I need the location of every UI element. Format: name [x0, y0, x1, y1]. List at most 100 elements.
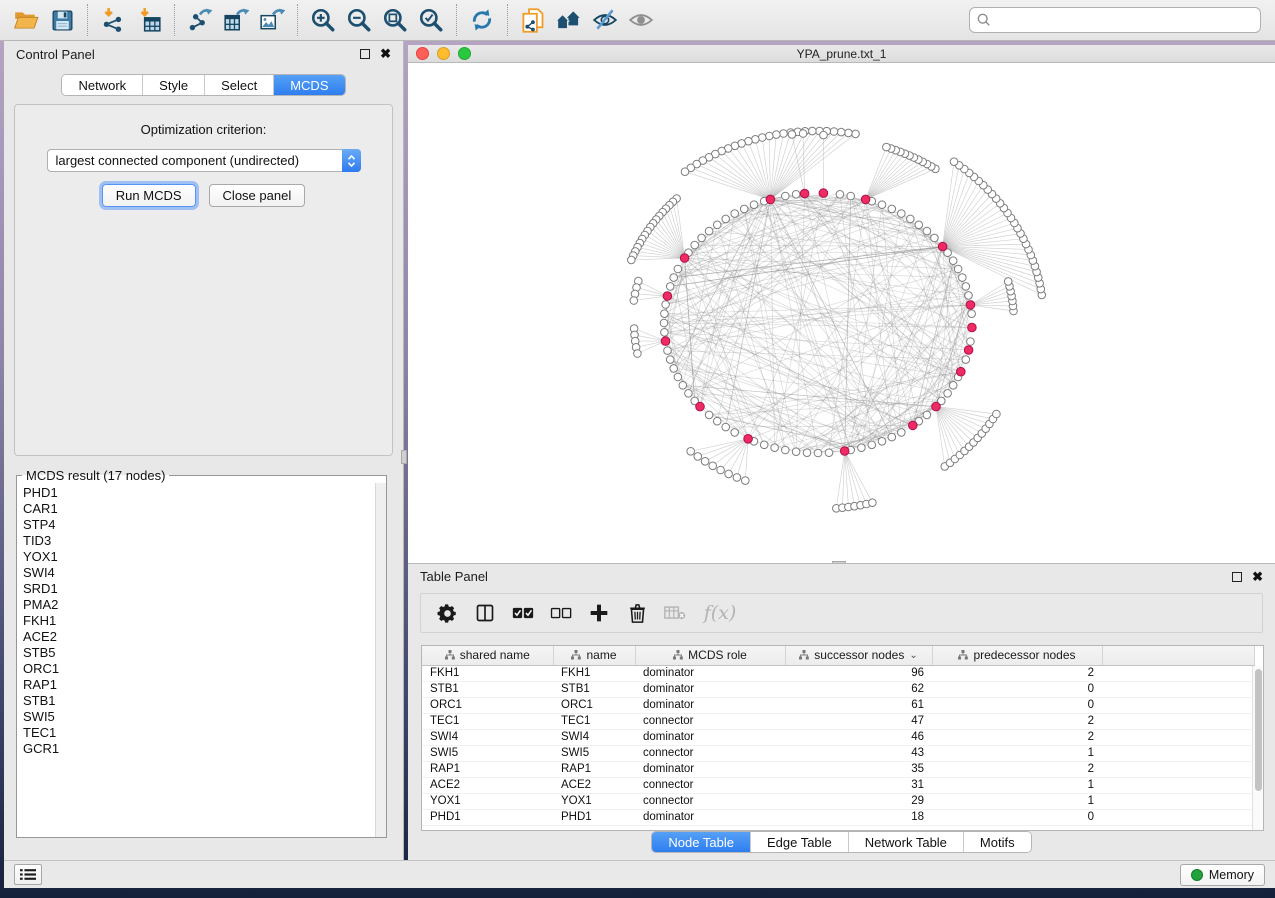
table-row[interactable]: SWI4SWI4dominator462: [422, 729, 1254, 745]
export-network-icon: [187, 7, 213, 33]
zoom-fit-button[interactable]: [377, 3, 413, 37]
table-column-header[interactable]: predecessor nodes: [932, 646, 1102, 665]
control-panel-header: Control Panel ✖: [4, 41, 403, 67]
network-window-titlebar[interactable]: YPA_prune.txt_1: [408, 45, 1275, 63]
mcds-result-item[interactable]: SWI4: [23, 565, 374, 581]
attribute-type-icon: [958, 650, 968, 660]
task-history-button[interactable]: [14, 864, 42, 885]
table-body: FKH1FKH1dominator962STB1STB1dominator620…: [422, 665, 1254, 825]
mcds-result-item[interactable]: SRD1: [23, 581, 374, 597]
first-neighbors-button[interactable]: [551, 3, 587, 37]
table-row[interactable]: ORC1ORC1dominator610: [422, 697, 1254, 713]
import-network-button[interactable]: [95, 3, 131, 37]
export-network-button[interactable]: [182, 3, 218, 37]
memory-label: Memory: [1209, 868, 1254, 882]
mcds-result-item[interactable]: RAP1: [23, 677, 374, 693]
mcds-result-item[interactable]: TID3: [23, 533, 374, 549]
export-image-button[interactable]: [254, 3, 290, 37]
table-settings-button[interactable]: [431, 597, 463, 629]
import-table-button[interactable]: [131, 3, 167, 37]
mcds-result-item[interactable]: STB5: [23, 645, 374, 661]
table-column-header[interactable]: successor nodes ⌄: [785, 646, 932, 665]
tab-select[interactable]: Select: [205, 75, 274, 95]
result-list-scrollbar[interactable]: [375, 483, 386, 837]
optimization-criterion-label: Optimization criterion:: [15, 122, 392, 137]
table-row[interactable]: ACE2ACE2connector311: [422, 777, 1254, 793]
mcds-result-item[interactable]: STP4: [23, 517, 374, 533]
tab-network[interactable]: Network: [62, 75, 143, 95]
share-document-button[interactable]: [515, 3, 551, 37]
delete-table-button[interactable]: [659, 597, 691, 629]
table-row[interactable]: PHD1PHD1dominator180: [422, 809, 1254, 825]
table-row[interactable]: STB1STB1dominator620: [422, 681, 1254, 697]
mcds-result-item[interactable]: TEC1: [23, 725, 374, 741]
delete-column-button[interactable]: [621, 597, 653, 629]
mcds-result-title: MCDS result (17 nodes): [22, 468, 169, 483]
tab-edge-table[interactable]: Edge Table: [751, 832, 849, 852]
zoom-in-button[interactable]: [305, 3, 341, 37]
refresh-layout-button[interactable]: [464, 3, 500, 37]
table-row[interactable]: TEC1TEC1connector472: [422, 713, 1254, 729]
add-column-button[interactable]: [583, 597, 615, 629]
mcds-result-item[interactable]: CAR1: [23, 501, 374, 517]
close-panel-icon[interactable]: ✖: [380, 49, 391, 59]
show-all-button[interactable]: [623, 3, 659, 37]
close-table-panel-icon[interactable]: ✖: [1252, 572, 1263, 582]
status-bar: Memory: [4, 860, 1275, 888]
mcds-result-item[interactable]: ORC1: [23, 661, 374, 677]
table-row[interactable]: YOX1YOX1connector291: [422, 793, 1254, 809]
network-canvas[interactable]: [408, 63, 1275, 563]
mcds-result-item[interactable]: STB1: [23, 693, 374, 709]
tab-motifs[interactable]: Motifs: [964, 832, 1031, 852]
mcds-result-item[interactable]: PMA2: [23, 597, 374, 613]
network-search-box[interactable]: [969, 7, 1261, 33]
table-row[interactable]: RAP1RAP1dominator352: [422, 761, 1254, 777]
vertical-splitter-handle[interactable]: [401, 450, 407, 464]
mcds-result-item[interactable]: GCR1: [23, 741, 374, 757]
open-file-button[interactable]: [8, 3, 44, 37]
export-table-button[interactable]: [218, 3, 254, 37]
delete-table-icon: [664, 605, 686, 621]
run-mcds-button[interactable]: Run MCDS: [102, 184, 196, 207]
memory-status-icon: [1191, 869, 1203, 881]
tab-node-table[interactable]: Node Table: [652, 832, 751, 852]
tab-mcds[interactable]: MCDS: [274, 75, 344, 95]
mcds-result-item[interactable]: ACE2: [23, 629, 374, 645]
save-session-button[interactable]: [44, 3, 80, 37]
tab-style[interactable]: Style: [143, 75, 205, 95]
column-selector-button[interactable]: [469, 597, 501, 629]
network-window: YPA_prune.txt_1: [408, 45, 1275, 563]
select-all-button[interactable]: [507, 597, 539, 629]
node-table: shared namenameMCDS rolesuccessor nodes …: [422, 646, 1255, 826]
table-column-header[interactable]: name: [553, 646, 635, 665]
network-graph: [408, 63, 1275, 563]
zoom-selected-button[interactable]: [413, 3, 449, 37]
table-row[interactable]: SWI5SWI5connector431: [422, 745, 1254, 761]
search-input[interactable]: [996, 13, 1253, 27]
optimization-criterion-dropdown[interactable]: largest connected component (undirected): [47, 149, 361, 172]
table-scrollbar[interactable]: [1252, 666, 1263, 830]
mcds-result-list[interactable]: PHD1CAR1STP4TID3YOX1SWI4SRD1PMA2FKH1ACE2…: [18, 485, 374, 836]
mcds-result-item[interactable]: PHD1: [23, 485, 374, 501]
import-network-icon: [100, 7, 126, 33]
table-row[interactable]: FKH1FKH1dominator962: [422, 665, 1254, 681]
table-scrollbar-thumb[interactable]: [1255, 669, 1262, 791]
plus-icon: [589, 603, 609, 623]
toolbar-separator: [297, 4, 298, 36]
function-builder-button[interactable]: f(x): [697, 597, 743, 629]
mcds-result-item[interactable]: SWI5: [23, 709, 374, 725]
table-panel: Table Panel ✖: [408, 563, 1275, 860]
float-panel-icon[interactable]: [360, 49, 370, 59]
float-table-panel-icon[interactable]: [1232, 572, 1242, 582]
deselect-all-button[interactable]: [545, 597, 577, 629]
memory-button[interactable]: Memory: [1180, 864, 1265, 886]
table-column-header[interactable]: MCDS role: [635, 646, 785, 665]
mcds-result-item[interactable]: FKH1: [23, 613, 374, 629]
zoom-out-button[interactable]: [341, 3, 377, 37]
tab-network-table[interactable]: Network Table: [849, 832, 964, 852]
mcds-result-item[interactable]: YOX1: [23, 549, 374, 565]
hide-selected-button[interactable]: [587, 3, 623, 37]
table-column-header[interactable]: shared name: [422, 646, 553, 665]
zoom-in-icon: [310, 7, 336, 33]
close-panel-button[interactable]: Close panel: [209, 184, 306, 207]
